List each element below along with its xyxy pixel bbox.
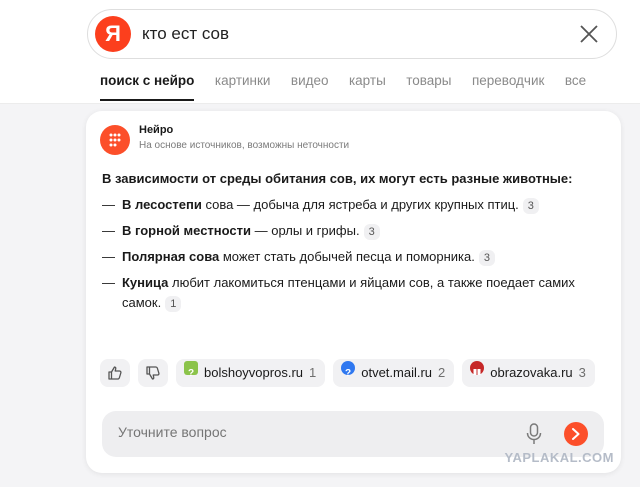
tab-maps[interactable]: карты <box>349 73 386 88</box>
source-name: otvet.mail.ru <box>361 365 433 380</box>
source-number: 3 <box>578 365 586 380</box>
source-ref-badge[interactable]: 3 <box>363 224 380 240</box>
item-text: может стать добычей песца и поморника. <box>219 249 475 264</box>
answer-text: В зависимости от среды обитания сов, их … <box>102 169 607 319</box>
source-ref-badge[interactable]: 3 <box>478 250 495 266</box>
neuro-subtitle: На основе источников, возможны неточност… <box>139 140 350 151</box>
otvet-favicon-icon: ? <box>341 361 356 379</box>
search-query[interactable]: кто ест сов <box>142 24 229 44</box>
tab-all[interactable]: все <box>565 73 586 88</box>
item-bold: Куница <box>122 275 169 290</box>
list-item: Куница любит лакомиться птенцами и яйцам… <box>102 273 607 313</box>
source-link-bolshoyvopros[interactable]: ? bolshoyvopros.ru 1 <box>176 359 326 387</box>
neuro-title: Нейро <box>139 124 174 136</box>
followup-input[interactable] <box>116 423 500 441</box>
site-watermark: YAPLAKAL.COM <box>504 450 614 465</box>
item-bold: Полярная сова <box>122 249 220 264</box>
book-favicon-icon <box>470 361 485 375</box>
microphone-icon[interactable] <box>526 423 542 450</box>
search-box[interactable]: Я кто ест сов <box>87 9 617 59</box>
answer-list: В лесостепи сова — добыча для ястреба и … <box>102 195 607 313</box>
send-button[interactable] <box>564 422 588 446</box>
tab-translator[interactable]: переводчик <box>472 73 544 88</box>
search-tabs: поиск с нейро картинки видео карты товар… <box>100 72 602 102</box>
source-number: 1 <box>309 365 317 380</box>
tab-neuro[interactable]: поиск с нейро <box>100 73 195 101</box>
item-text: — орлы и грифы. <box>251 223 360 238</box>
source-name: bolshoyvopros.ru <box>204 365 303 380</box>
svg-text:?: ? <box>345 368 351 379</box>
item-bold: В горной местности <box>122 223 252 238</box>
source-link-obrazovaka[interactable]: obrazovaka.ru 3 <box>462 359 595 387</box>
yandex-logo[interactable]: Я <box>95 16 131 52</box>
dislike-button[interactable] <box>138 359 168 387</box>
source-ref-badge[interactable]: 1 <box>165 296 182 312</box>
tab-products[interactable]: товары <box>406 73 451 88</box>
like-button[interactable] <box>100 359 130 387</box>
bolshoyvopros-favicon-icon: ? <box>184 361 198 379</box>
list-item: В горной местности — орлы и грифы.3 <box>102 221 607 241</box>
tab-video[interactable]: видео <box>291 73 329 88</box>
svg-text:?: ? <box>188 368 194 379</box>
answer-intro: В зависимости от среды обитания сов, их … <box>102 171 573 186</box>
thumb-down-icon <box>146 366 160 380</box>
source-number: 2 <box>438 365 446 380</box>
source-link-otvet-mail[interactable]: ? otvet.mail.ru 2 <box>333 359 455 387</box>
source-name: obrazovaka.ru <box>490 365 573 380</box>
neuro-answer-card: Нейро На основе источников, возможны нет… <box>86 111 621 473</box>
item-text: сова — добыча для ястреба и других крупн… <box>201 197 519 212</box>
chevron-right-icon <box>572 428 580 440</box>
thumb-up-icon <box>108 366 122 380</box>
answer-actions: ? bolshoyvopros.ru 1 ? otvet.mail.ru 2 obraz… <box>100 359 603 387</box>
item-text: любит лакомиться птенцами и яйцами сов, … <box>122 275 575 310</box>
close-icon[interactable] <box>578 23 600 45</box>
source-ref-badge[interactable]: 3 <box>522 198 539 214</box>
search-header: Я кто ест сов поиск с нейро картинки вид… <box>0 0 640 104</box>
item-bold: В лесостепи <box>122 197 202 212</box>
neuro-logo-icon <box>100 125 130 155</box>
list-item: Полярная сова может стать добычей песца … <box>102 247 607 267</box>
list-item: В лесостепи сова — добыча для ястреба и … <box>102 195 607 215</box>
tab-images[interactable]: картинки <box>215 73 271 88</box>
